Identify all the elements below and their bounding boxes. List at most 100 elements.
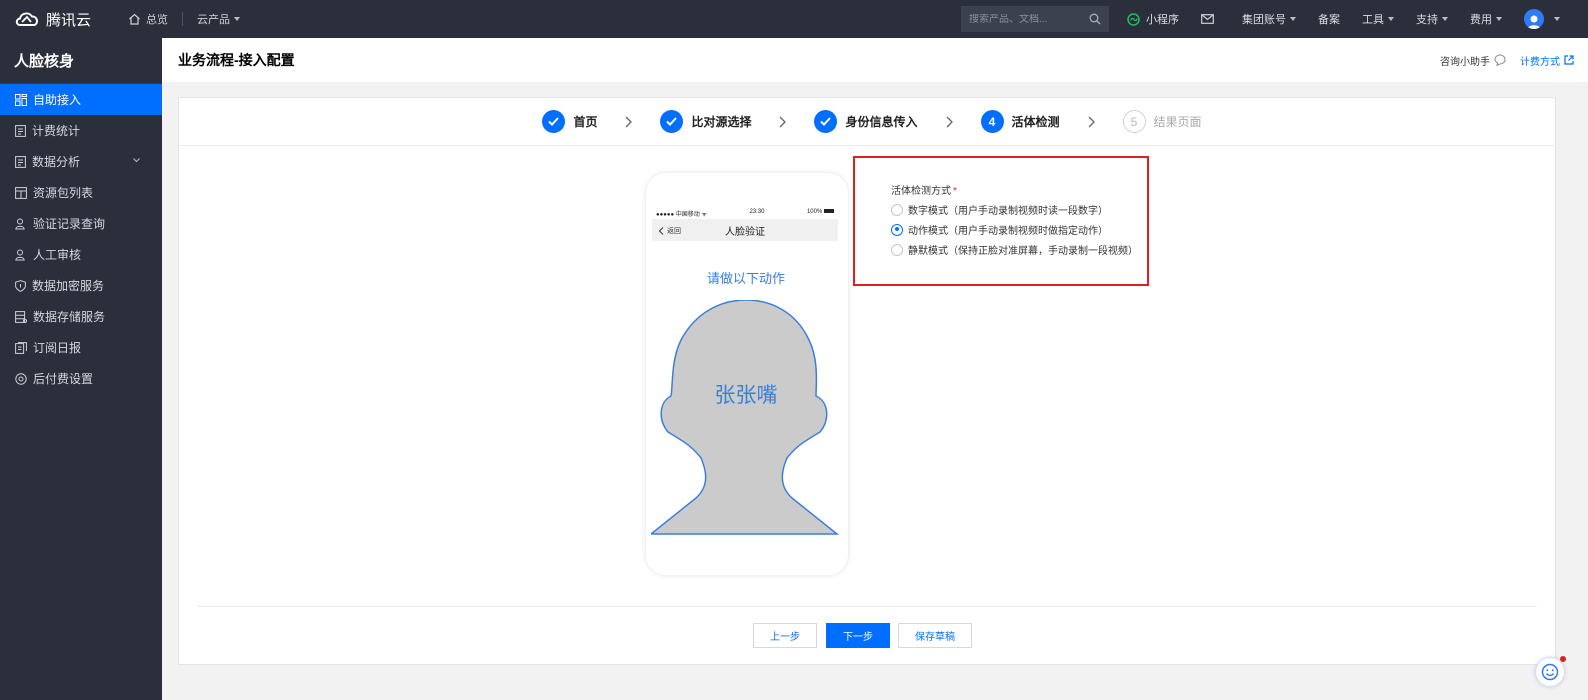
radio-action-mode[interactable]: 动作模式（用户手动录制视频时做指定动作） (891, 222, 1108, 237)
sidebar-item-label: 数据加密服务 (32, 279, 105, 293)
chat-bubble-icon (1494, 54, 1506, 66)
stepper: 首页 比对源选择 身份信息传入 4 活体检测 5 结果页面 (179, 98, 1555, 146)
phone-back-button: 返回 (658, 226, 681, 236)
filing-link[interactable]: 备案 (1318, 11, 1340, 27)
step-identity-input[interactable]: 身份信息传入 (814, 110, 918, 133)
sidebar-item-postpaid-settings[interactable]: 后付费设置 (0, 363, 162, 394)
brand-logo[interactable]: 腾讯云 (14, 9, 106, 30)
user-icon (1527, 15, 1541, 29)
chevron-right-icon (780, 116, 787, 127)
dashboard-icon (15, 93, 27, 106)
radio-label: 数字模式（用户手动录制视频时读一段数字） (908, 206, 1108, 217)
phone-time: 23:30 (749, 209, 765, 215)
main-content: 业务流程-接入配置 咨询小助手 计费方式 首页 比对源选择 身份信息传入 4 活… (162, 38, 1588, 700)
step-number: 4 (980, 110, 1004, 133)
battery-level: 100% (806, 209, 823, 215)
required-mark: * (953, 186, 957, 197)
page-header: 业务流程-接入配置 咨询小助手 计费方式 (162, 38, 1588, 82)
config-card: 首页 比对源选择 身份信息传入 4 活体检测 5 结果页面 ●●●●● 中国移动… (178, 97, 1556, 665)
sidebar-title: 人脸核身 (0, 38, 162, 84)
chevron-down-icon (133, 158, 140, 163)
cloud-products-menu[interactable]: 云产品 (197, 11, 240, 27)
billing-menu[interactable]: 费用 (1470, 11, 1502, 27)
mail-icon (1201, 14, 1214, 24)
check-icon (814, 110, 838, 133)
chevron-right-icon (946, 116, 953, 127)
liveness-method-text: 活体检测方式 (891, 186, 951, 197)
group-account-menu[interactable]: 集团账号 (1242, 11, 1296, 27)
messages-button[interactable] (1201, 14, 1220, 24)
avatar[interactable] (1524, 9, 1544, 29)
chevron-left-icon (658, 227, 664, 235)
radio-label: 动作模式（用户手动录制视频时做指定动作） (908, 226, 1108, 237)
search-box[interactable] (961, 6, 1109, 32)
radio-label: 静默模式（保持正脸对准屏幕，手动录制一段视频） (908, 246, 1138, 257)
step-compare-source[interactable]: 比对源选择 (660, 110, 751, 133)
mini-program-link[interactable]: 小程序 (1127, 11, 1179, 27)
step-home[interactable]: 首页 (542, 110, 597, 133)
smile-icon (1541, 663, 1559, 681)
consult-assistant-link[interactable]: 咨询小助手 (1440, 53, 1506, 68)
tools-label: 工具 (1362, 14, 1384, 26)
radio-number-mode[interactable]: 数字模式（用户手动录制视频时读一段数字） (891, 202, 1108, 217)
divider (182, 12, 183, 26)
brand-name: 腾讯云 (46, 11, 92, 29)
sidebar-item-daily-report[interactable]: 订阅日报 (0, 332, 162, 363)
chevron-down-icon (1290, 17, 1296, 21)
support-menu[interactable]: 支持 (1416, 11, 1448, 27)
chevron-right-icon (1088, 116, 1095, 127)
chevron-down-icon (1442, 17, 1448, 21)
sidebar-item-label: 计费统计 (32, 124, 81, 138)
overview-link[interactable]: 总览 (128, 11, 168, 27)
chevron-down-icon (1388, 17, 1394, 21)
chevron-right-icon (626, 116, 633, 127)
sidebar-item-label: 数据分析 (32, 155, 81, 169)
document-icon (15, 155, 26, 168)
sidebar-item-manual-review[interactable]: 人工审核 (0, 239, 162, 270)
sidebar-item-billing-stats[interactable]: 计费统计 (0, 115, 162, 146)
billing-method-link[interactable]: 计费方式 (1520, 53, 1574, 68)
search-input[interactable] (969, 13, 1089, 25)
save-draft-button[interactable]: 保存草稿 (898, 623, 972, 648)
tools-menu[interactable]: 工具 (1362, 11, 1394, 27)
step-label: 首页 (573, 115, 598, 129)
report-icon (15, 341, 27, 354)
battery-icon (823, 209, 834, 214)
sidebar-item-package-list[interactable]: 资源包列表 (0, 177, 162, 208)
step-liveness-detection[interactable]: 4 活体检测 (980, 110, 1060, 133)
sidebar-item-label: 资源包列表 (33, 186, 94, 200)
overview-label: 总览 (146, 14, 168, 26)
phone-preview: ●●●●● 中国移动 ᯤ 23:30 100% 返回 人脸验证 请做以下动作 张… (646, 173, 848, 575)
head-silhouette-icon (651, 300, 840, 535)
sidebar: 人脸核身 自助接入 计费统计 数据分析 资源包列表 验证记录查询 人工审核 数据… (0, 38, 162, 700)
radio-silent-mode[interactable]: 静默模式（保持正脸对准屏幕，手动录制一段视频） (891, 242, 1138, 257)
sidebar-item-data-storage[interactable]: 数据存储服务 (0, 301, 162, 332)
step-label: 比对源选择 (691, 115, 752, 129)
step-label: 活体检测 (1011, 115, 1060, 129)
phone-status-bar: ●●●●● 中国移动 ᯤ 23:30 100% (654, 209, 836, 218)
step-result-page[interactable]: 5 结果页面 (1122, 110, 1202, 133)
package-icon (15, 186, 27, 199)
phone-back-label: 返回 (667, 228, 681, 235)
chevron-down-icon (234, 17, 240, 21)
liveness-options-panel: 活体检测方式 * 数字模式（用户手动录制视频时读一段数字） 动作模式（用户手动录制… (853, 156, 1149, 286)
user-search-icon (15, 218, 25, 229)
action-instruction: 张张嘴 (714, 384, 778, 407)
sidebar-item-data-encryption[interactable]: 数据加密服务 (0, 270, 162, 301)
sidebar-item-data-analysis[interactable]: 数据分析 (0, 146, 162, 177)
search-icon[interactable] (1089, 13, 1101, 25)
settings-icon (15, 372, 27, 385)
filing-label: 备案 (1318, 14, 1340, 26)
step-label: 身份信息传入 (845, 115, 918, 129)
top-bar: 腾讯云 总览 云产品 小程序 集团账号 备案 工具 支持 费用 (0, 0, 1588, 38)
next-step-button[interactable]: 下一步 (826, 623, 890, 648)
sidebar-item-verify-records[interactable]: 验证记录查询 (0, 208, 162, 239)
billing-method-label: 计费方式 (1520, 56, 1560, 68)
step-number: 5 (1122, 110, 1146, 133)
prev-step-button[interactable]: 上一步 (753, 623, 817, 648)
sidebar-item-self-access[interactable]: 自助接入 (0, 84, 162, 115)
radio-button[interactable] (891, 203, 903, 216)
chevron-down-icon[interactable] (1554, 17, 1560, 21)
radio-button[interactable] (891, 223, 903, 236)
radio-button[interactable] (891, 243, 903, 256)
